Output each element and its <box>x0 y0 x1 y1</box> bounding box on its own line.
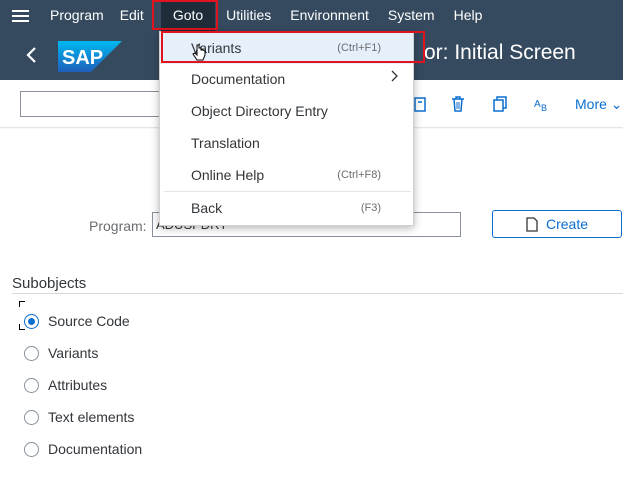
hamburger-icon[interactable] <box>0 0 40 31</box>
menu-item-label: Documentation <box>191 71 286 87</box>
radio-button[interactable] <box>24 409 39 425</box>
command-field[interactable] <box>20 91 160 117</box>
program-label: Program: <box>89 218 147 234</box>
radio-button[interactable] <box>24 345 39 361</box>
menu-item-label: Online Help <box>191 167 265 183</box>
back-icon[interactable] <box>20 43 44 67</box>
mouse-cursor-icon <box>192 44 206 61</box>
page-title: or: Initial Screen <box>424 41 576 64</box>
radio-label: Documentation <box>48 441 143 457</box>
goto-highlight-box <box>152 0 218 30</box>
radio-variants[interactable]: Variants <box>24 345 98 361</box>
chevron-right-icon <box>391 70 398 82</box>
menu-item-label: Object Directory Entry <box>191 103 328 119</box>
radio-button[interactable] <box>24 313 39 329</box>
menu-bar: Program Edit Goto Utilities Environment … <box>0 0 623 31</box>
menu-item-shortcut: (F3) <box>360 202 381 214</box>
menu-item-back[interactable]: Back (F3) <box>160 192 413 224</box>
more-button[interactable]: More ⌄ <box>575 96 623 113</box>
delete-icon[interactable] <box>448 94 468 114</box>
menu-item-online-help[interactable]: Online Help (Ctrl+F8) <box>160 159 413 191</box>
radio-documentation[interactable]: Documentation <box>24 441 142 457</box>
subobjects-title: Subobjects <box>12 275 87 292</box>
sap-logo: SAP <box>58 41 122 72</box>
radio-label: Source Code <box>48 313 130 329</box>
create-doc-icon <box>526 216 538 232</box>
svg-text:A: A <box>534 99 541 110</box>
svg-text:SAP: SAP <box>62 47 103 69</box>
radio-button[interactable] <box>24 441 39 457</box>
radio-text-elements[interactable]: Text elements <box>24 409 134 425</box>
radio-attributes[interactable]: Attributes <box>24 377 107 393</box>
menu-item-label: Translation <box>191 135 260 151</box>
radio-label: Variants <box>48 345 99 361</box>
svg-text:B: B <box>541 103 547 113</box>
menu-item-label: Back <box>191 200 223 216</box>
menu-program[interactable]: Program <box>42 0 112 31</box>
rename-icon[interactable]: AB <box>532 94 552 114</box>
menu-utilities[interactable]: Utilities <box>218 0 279 31</box>
radio-button[interactable] <box>24 377 39 393</box>
focus-indicator-top <box>19 301 25 307</box>
radio-source-code[interactable]: Source Code <box>24 313 130 329</box>
create-button[interactable]: Create <box>492 210 622 238</box>
copy-icon[interactable] <box>490 94 510 114</box>
menu-item-object-directory-entry[interactable]: Object Directory Entry <box>160 95 413 127</box>
menu-item-shortcut: (Ctrl+F8) <box>337 169 381 181</box>
radio-label: Text elements <box>48 409 135 425</box>
menu-help[interactable]: Help <box>446 0 491 31</box>
menu-item-translation[interactable]: Translation <box>160 127 413 159</box>
menu-edit[interactable]: Edit <box>112 0 152 31</box>
subobjects-divider <box>12 293 623 294</box>
radio-label: Attributes <box>48 377 108 393</box>
menu-environment[interactable]: Environment <box>282 0 377 31</box>
create-button-label: Create <box>545 216 589 232</box>
menu-item-documentation[interactable]: Documentation <box>160 63 413 95</box>
menu-system[interactable]: System <box>380 0 443 31</box>
